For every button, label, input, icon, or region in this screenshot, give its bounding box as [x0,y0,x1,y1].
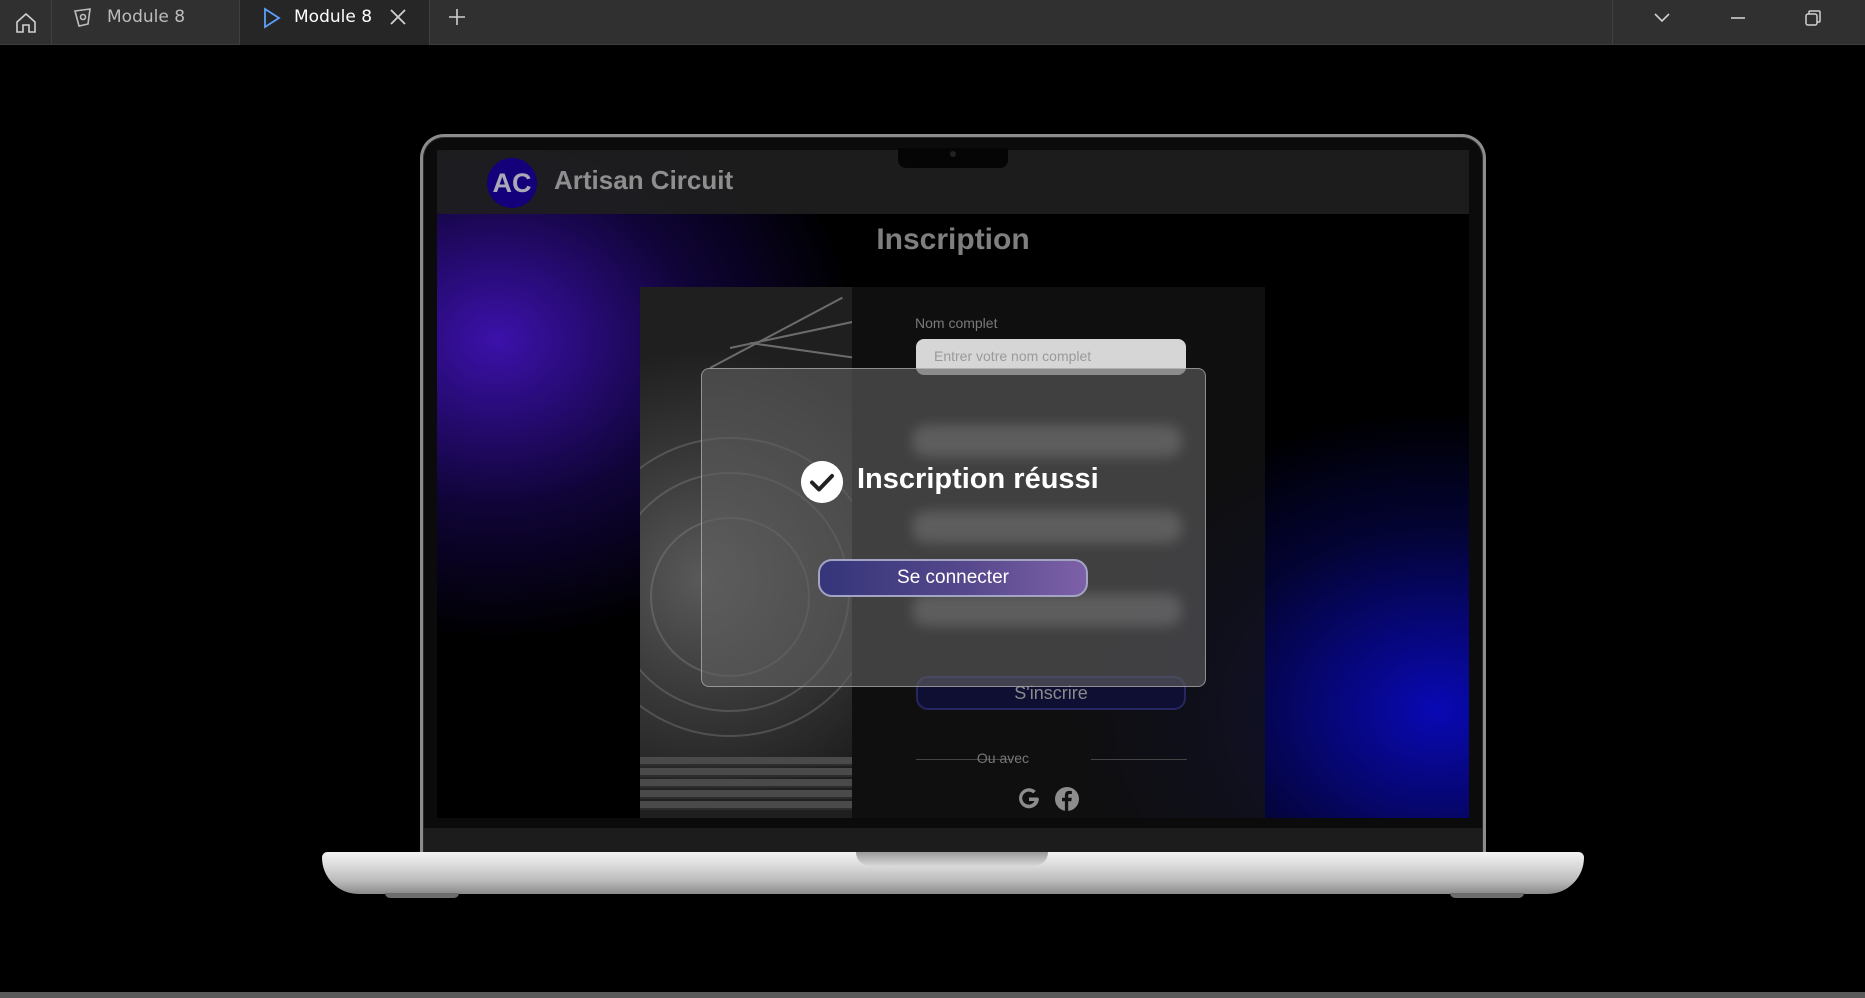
restore-icon[interactable] [1800,5,1826,31]
chevron-down-icon[interactable] [1649,5,1675,31]
laptop-screen: AC Artisan Circuit Inscription Nom compl… [437,150,1469,818]
tab-label: Module 8 [107,7,186,27]
close-icon[interactable] [387,6,409,28]
brand-name[interactable]: Artisan Circuit [554,165,733,196]
full-name-placeholder: Entrer votre nom complet [934,348,1092,364]
google-icon[interactable] [1016,786,1042,812]
home-icon [15,12,36,33]
tab-module-8-design[interactable]: Module 8 [52,0,240,45]
laptop-thumb-cutout [856,852,1048,866]
bottom-border [0,992,1865,998]
laptop-chin [424,828,1482,852]
modal-title: Inscription réussi [857,463,1099,495]
design-icon [73,8,91,27]
login-button[interactable]: Se connecter [818,559,1088,597]
facebook-icon[interactable] [1054,786,1080,812]
home-button[interactable] [0,0,52,45]
new-tab-icon[interactable] [444,4,470,30]
play-icon [264,7,281,29]
laptop-foot-right [1450,893,1524,898]
window-controls [1612,0,1865,45]
success-modal: Inscription réussi Se connecter [701,368,1206,687]
logo[interactable]: AC [487,158,537,208]
tab-module-8-preview[interactable]: Module 8 [240,0,430,45]
laptop-foot-left [385,893,459,898]
camera-dot [950,151,956,157]
page-title: Inscription [876,223,1030,256]
tab-label: Module 8 [294,7,373,27]
full-name-label: Nom complet [915,315,998,331]
or-with-text: Ou avec [976,750,1030,766]
tab-bar: Module 8 Module 8 [0,0,1865,45]
check-circle-icon [801,461,843,503]
minimize-icon[interactable] [1725,5,1751,31]
